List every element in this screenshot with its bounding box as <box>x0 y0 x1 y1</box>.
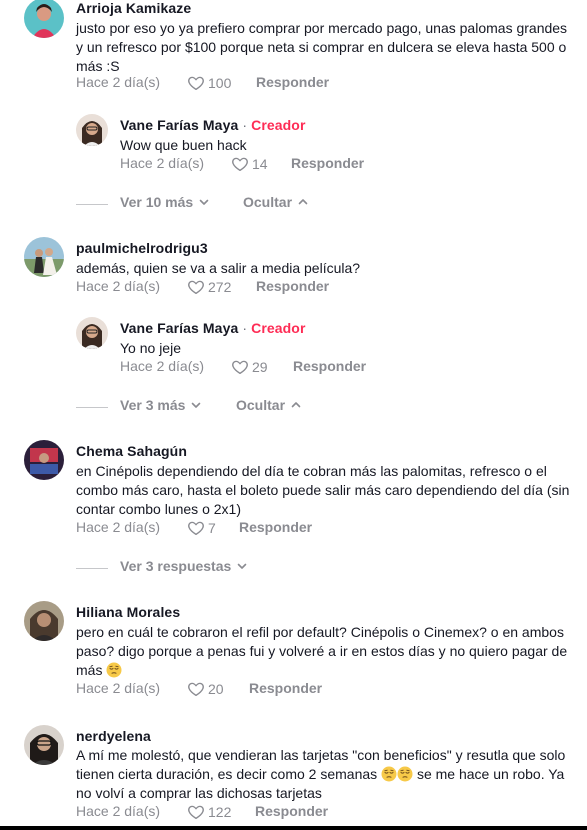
comment-username[interactable]: Hiliana Morales <box>76 604 180 620</box>
reply-username[interactable]: Vane Farías Maya · Creador <box>120 320 306 336</box>
like-count: 100 <box>208 75 232 91</box>
reply-button[interactable]: Responder <box>256 278 329 294</box>
like-count: 29 <box>252 359 268 375</box>
like-button[interactable]: 272 <box>187 278 231 296</box>
hide-label: Ocultar <box>243 194 293 210</box>
thread-controls: Ver 10 más Ocultar <box>76 194 476 214</box>
comment-meta: Hace 2 día(s) 272 Responder <box>76 278 556 298</box>
heart-outline-icon <box>187 278 205 296</box>
like-count: 14 <box>252 156 268 172</box>
reply-text: Yo no jeje <box>120 340 181 356</box>
creator-badge: Creador <box>251 320 306 336</box>
view-more-replies-button[interactable]: Ver 3 respuestas <box>120 558 248 574</box>
separator: · <box>242 320 248 336</box>
reply-username[interactable]: Vane Farías Maya · Creador <box>120 117 306 133</box>
avatar[interactable] <box>24 601 64 641</box>
reply-date: Hace 2 día(s) <box>120 358 205 374</box>
comment-meta: Hace 2 día(s) 122 Responder <box>76 803 556 823</box>
heart-outline-icon <box>231 155 249 173</box>
chevron-down-icon <box>190 399 202 411</box>
view-more-replies-button[interactable]: Ver 10 más <box>120 194 210 210</box>
comment-text: en Cinépolis dependiendo del día te cobr… <box>76 463 570 517</box>
chevron-down-icon <box>236 560 248 572</box>
comment-text: A mí me molestó, que vendieran las tarje… <box>76 746 576 803</box>
pensive-face-emoji <box>397 766 413 782</box>
like-count: 122 <box>208 804 232 820</box>
comment-meta: Hace 2 día(s) 20 Responder <box>76 680 556 700</box>
bottom-border <box>0 826 587 830</box>
comment-username[interactable]: Arrioja Kamikaze <box>76 0 191 16</box>
creator-badge: Creador <box>251 117 306 133</box>
comment-date: Hace 2 día(s) <box>76 803 161 819</box>
creator-name[interactable]: Vane Farías Maya <box>120 117 238 133</box>
avatar[interactable] <box>24 237 64 277</box>
heart-outline-icon <box>187 74 205 92</box>
reply-meta: Hace 2 día(s) 14 Responder <box>120 155 560 175</box>
comment-date: Hace 2 día(s) <box>76 278 161 294</box>
like-button[interactable]: 14 <box>231 155 268 173</box>
divider-line <box>76 204 108 205</box>
chevron-down-icon <box>198 196 210 208</box>
heart-outline-icon <box>231 358 249 376</box>
hide-replies-button[interactable]: Ocultar <box>236 397 302 413</box>
pensive-face-emoji <box>381 766 397 782</box>
comment-text: pero en cuál te cobraron el refil por de… <box>76 623 568 680</box>
comment-username[interactable]: paulmichelrodrigu3 <box>76 240 208 256</box>
avatar[interactable] <box>76 317 108 349</box>
comment-date: Hace 2 día(s) <box>76 680 161 696</box>
reply-button[interactable]: Responder <box>239 519 312 535</box>
reply-button[interactable]: Responder <box>256 74 329 90</box>
like-button[interactable]: 20 <box>187 680 224 698</box>
reply-date: Hace 2 día(s) <box>120 155 205 171</box>
comment-username[interactable]: nerdyelena <box>76 728 151 744</box>
like-button[interactable]: 100 <box>187 74 231 92</box>
comment-meta: Hace 2 día(s) 7 Responder <box>76 519 556 539</box>
reply-button[interactable]: Responder <box>255 803 328 819</box>
reply-text: Wow que buen hack <box>120 137 247 153</box>
chevron-up-icon <box>297 196 309 208</box>
pensive-face-emoji <box>106 662 122 678</box>
avatar[interactable] <box>24 0 64 38</box>
like-button[interactable]: 7 <box>187 519 216 537</box>
comment-date: Hace 2 día(s) <box>76 519 161 535</box>
creator-name[interactable]: Vane Farías Maya <box>120 320 238 336</box>
comment-text-content: pero en cuál te cobraron el refil por de… <box>76 624 568 678</box>
comment-username[interactable]: Chema Sahagún <box>76 443 187 459</box>
comment-text: además, quien se va a salir a media pelí… <box>76 260 361 276</box>
comment-date: Hace 2 día(s) <box>76 74 161 90</box>
heart-outline-icon <box>187 680 205 698</box>
like-button[interactable]: 29 <box>231 358 268 376</box>
reply-meta: Hace 2 día(s) 29 Responder <box>120 358 560 378</box>
like-count: 20 <box>208 681 224 697</box>
divider-line <box>76 407 108 408</box>
comment-meta: Hace 2 día(s) 100 Responder <box>76 74 556 94</box>
like-count: 7 <box>208 520 216 536</box>
thread-controls: Ver 3 más Ocultar <box>76 397 476 417</box>
like-button[interactable]: 122 <box>187 803 231 821</box>
hide-replies-button[interactable]: Ocultar <box>243 194 309 210</box>
view-more-replies-button[interactable]: Ver 3 más <box>120 397 202 413</box>
reply-button[interactable]: Responder <box>249 680 322 696</box>
view-more-label: Ver 3 más <box>120 397 186 413</box>
like-count: 272 <box>208 279 232 295</box>
avatar[interactable] <box>76 114 108 146</box>
view-more-label: Ver 10 más <box>120 194 194 210</box>
thread-controls: Ver 3 respuestas <box>76 558 476 578</box>
comment-text: justo por eso yo ya prefiero comprar por… <box>76 20 568 74</box>
avatar[interactable] <box>24 440 64 480</box>
avatar[interactable] <box>24 725 64 765</box>
reply-button[interactable]: Responder <box>291 155 364 171</box>
separator: · <box>242 117 248 133</box>
hide-label: Ocultar <box>236 397 286 413</box>
chevron-up-icon <box>290 399 302 411</box>
divider-line <box>76 568 108 569</box>
view-more-label: Ver 3 respuestas <box>120 558 232 574</box>
heart-outline-icon <box>187 803 205 821</box>
heart-outline-icon <box>187 519 205 537</box>
reply-button[interactable]: Responder <box>293 358 366 374</box>
